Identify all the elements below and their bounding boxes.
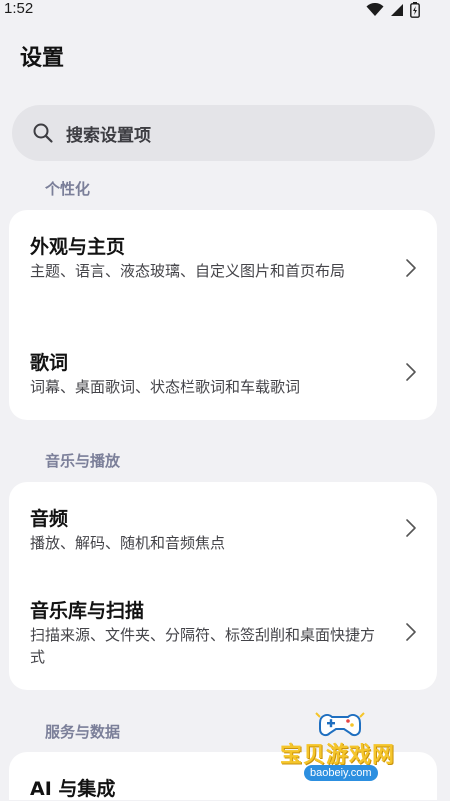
settings-card-music-playback: 音频 播放、解码、随机和音频焦点 音乐库与扫描 扫描来源、文件夹、分隔符、标签刮… xyxy=(9,482,437,690)
status-time: 1:52 xyxy=(4,0,34,17)
search-input[interactable]: 搜索设置项 xyxy=(66,121,151,146)
section-header-music-playback: 音乐与播放 xyxy=(45,452,121,470)
settings-item-title: 音乐库与扫描 xyxy=(30,600,145,622)
status-bar: 1:52 xyxy=(0,0,450,22)
settings-item-title: 外观与主页 xyxy=(30,236,126,258)
settings-item-subtitle: 扫描来源、文件夹、分隔符、标签刮削和桌面快捷方式 xyxy=(30,626,376,666)
settings-item-title: 音频 xyxy=(30,508,69,530)
settings-item-title: AI 与集成 xyxy=(30,778,116,800)
settings-item-audio[interactable]: 音频 播放、解码、随机和音频焦点 xyxy=(9,482,437,574)
settings-item-title: 歌词 xyxy=(30,352,69,374)
settings-card-personalization: 外观与主页 主题、语言、液态玻璃、自定义图片和首页布局 歌词 词幕、桌面歌词、状… xyxy=(9,210,437,420)
section-header-services-data: 服务与数据 xyxy=(45,723,121,741)
signal-icon xyxy=(391,4,403,16)
chevron-right-icon xyxy=(406,259,416,277)
wifi-icon xyxy=(366,3,384,16)
settings-item-library-scan[interactable]: 音乐库与扫描 扫描来源、文件夹、分隔符、标签刮削和桌面快捷方式 xyxy=(9,574,437,690)
status-icons xyxy=(366,2,420,18)
chevron-right-icon xyxy=(406,519,416,537)
battery-charging-icon xyxy=(410,2,420,18)
search-icon xyxy=(32,122,54,144)
search-bar[interactable]: 搜索设置项 xyxy=(12,105,435,161)
chevron-right-icon xyxy=(406,623,416,641)
settings-item-subtitle: 播放、解码、随机和音频焦点 xyxy=(30,534,226,552)
watermark-logo: 宝贝游戏网 baobeiy.com xyxy=(270,705,440,795)
settings-item-appearance[interactable]: 外观与主页 主题、语言、液态玻璃、自定义图片和首页布局 xyxy=(9,210,437,322)
section-header-personalization: 个性化 xyxy=(45,180,91,198)
watermark-url: baobeiy.com xyxy=(304,765,378,781)
settings-item-subtitle: 主题、语言、液态玻璃、自定义图片和首页布局 xyxy=(30,262,346,280)
settings-item-subtitle: 词幕、桌面歌词、状态栏歌词和车载歌词 xyxy=(30,378,301,396)
gamepad-icon xyxy=(315,712,365,737)
chevron-right-icon xyxy=(406,363,416,381)
settings-item-lyrics[interactable]: 歌词 词幕、桌面歌词、状态栏歌词和车载歌词 xyxy=(9,322,437,420)
page-title: 设置 xyxy=(20,46,65,71)
